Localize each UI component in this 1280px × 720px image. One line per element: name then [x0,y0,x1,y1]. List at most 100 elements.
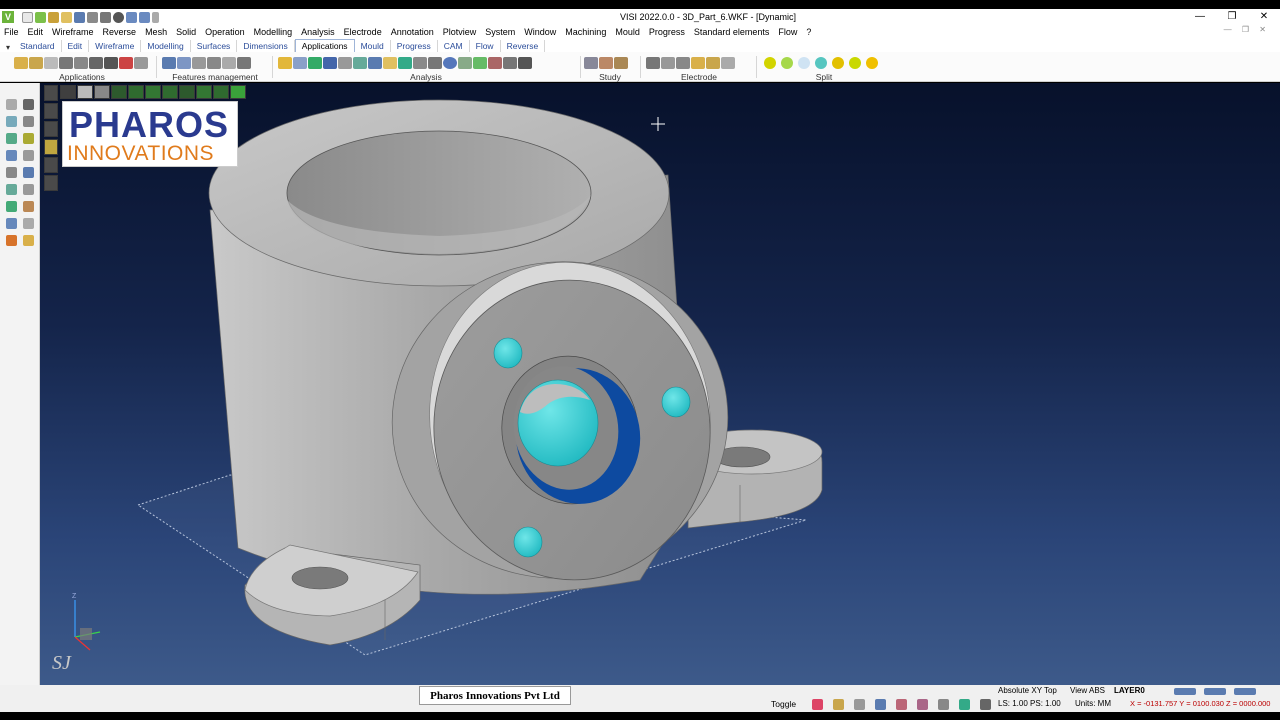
study-tool-icon[interactable] [614,56,628,69]
shade-view-icon[interactable] [213,85,229,99]
analysis-tool-icon[interactable] [398,56,412,69]
analysis-tool-icon[interactable] [518,56,532,69]
view-tool-icon[interactable] [6,201,17,212]
menu-analysis[interactable]: Analysis [301,27,335,37]
tab-applications[interactable]: Applications [294,39,355,52]
analysis-tool-icon[interactable] [278,56,292,69]
3d-model[interactable]: Z [40,83,1280,685]
app-tool-icon[interactable] [104,56,118,69]
status-tool-icon[interactable] [833,699,844,710]
analysis-tool-icon[interactable] [443,56,457,69]
analysis-tool-icon[interactable] [338,56,352,69]
view-mode-icon[interactable] [44,121,58,137]
view-tool-icon[interactable] [23,133,34,144]
maximize-button[interactable]: ❐ [1216,9,1248,25]
feature-tool-icon[interactable] [192,56,206,69]
tab-dimensions[interactable]: Dimensions [237,40,295,52]
view-abs-status[interactable]: View ABS [1070,686,1105,695]
view-tool-icon[interactable] [23,235,34,246]
layer-status[interactable]: LAYER0 [1114,686,1145,695]
status-tool-icon[interactable] [938,699,949,710]
split-tool-icon[interactable] [798,56,810,69]
tab-flow[interactable]: Flow [470,40,501,52]
tab-menu-dropdown-icon[interactable]: ▾ [6,43,10,52]
app-tool-icon[interactable] [29,56,43,69]
tab-standard[interactable]: Standard [14,40,62,52]
analysis-tool-icon[interactable] [368,56,382,69]
app-tool-icon[interactable] [59,56,73,69]
analysis-tool-icon[interactable] [413,56,427,69]
view-mode-status[interactable]: Absolute XY Top [998,686,1057,695]
shade-view-icon[interactable] [196,85,212,99]
view-tool-icon[interactable] [23,150,34,161]
menu-electrode[interactable]: Electrode [344,27,382,37]
status-bar-icon[interactable] [1174,688,1196,695]
electrode-tool-icon[interactable] [661,56,675,69]
status-tool-icon[interactable] [959,699,970,710]
view-mode-icon[interactable] [44,157,58,173]
tab-progress[interactable]: Progress [391,40,438,52]
app-tool-icon[interactable] [119,56,133,69]
menu-edit[interactable]: Edit [28,27,44,37]
analysis-tool-icon[interactable] [503,56,517,69]
help-icon[interactable] [875,699,886,710]
view-tool-icon[interactable] [6,218,17,229]
feature-tool-icon[interactable] [177,56,191,69]
analysis-tool-icon[interactable] [383,56,397,69]
shade-view-icon[interactable] [230,85,246,99]
view-tool-icon[interactable] [6,116,17,127]
shade-view-icon[interactable] [111,85,127,99]
shade-view-icon[interactable] [162,85,178,99]
app-tool-icon[interactable] [44,56,58,69]
menu-modelling[interactable]: Modelling [254,27,293,37]
status-tool-icon[interactable] [854,699,865,710]
status-tool-icon[interactable] [812,699,823,710]
menu-wireframe[interactable]: Wireframe [52,27,94,37]
view-tool-icon[interactable] [6,184,17,195]
split-tool-icon[interactable] [832,56,844,69]
tab-mould[interactable]: Mould [355,40,391,52]
app-tool-icon[interactable] [134,56,148,69]
menu-flow[interactable]: Flow [778,27,797,37]
tab-wireframe[interactable]: Wireframe [89,40,142,52]
menu-help[interactable]: ? [806,27,811,37]
analysis-tool-icon[interactable] [428,56,442,69]
close-button[interactable]: ✕ [1248,9,1280,25]
menu-mould[interactable]: Mould [615,27,640,37]
view-tool-icon[interactable] [6,150,17,161]
menu-annotation[interactable]: Annotation [391,27,434,37]
mdi-controls[interactable]: — ❐ ✕ [1224,25,1270,34]
minimize-button[interactable]: — [1184,9,1216,25]
view-tool-icon[interactable] [6,167,17,178]
study-tool-icon[interactable] [584,56,598,69]
menu-file[interactable]: File [4,27,19,37]
select-tool-icon[interactable] [60,85,76,99]
analysis-tool-icon[interactable] [293,56,307,69]
split-tool-icon[interactable] [764,56,776,69]
feature-tool-icon[interactable] [222,56,236,69]
menu-window[interactable]: Window [524,27,556,37]
menu-standard-elements[interactable]: Standard elements [694,27,770,37]
menu-lines-icon[interactable] [44,85,58,101]
view-mode-icon[interactable] [44,175,58,191]
menu-machining[interactable]: Machining [565,27,606,37]
analysis-tool-icon[interactable] [473,56,487,69]
menu-system[interactable]: System [485,27,515,37]
app-tool-icon[interactable] [14,56,28,69]
analysis-tool-icon[interactable] [308,56,322,69]
3d-viewport[interactable]: Z [40,83,1280,685]
menu-plotview[interactable]: Plotview [443,27,477,37]
view-tool-icon[interactable] [23,99,34,110]
electrode-tool-icon[interactable] [706,56,720,69]
split-tool-icon[interactable] [849,56,861,69]
analysis-tool-icon[interactable] [458,56,472,69]
tab-surfaces[interactable]: Surfaces [191,40,238,52]
window-tool-icon[interactable] [77,85,93,99]
shade-view-icon[interactable] [145,85,161,99]
tab-edit[interactable]: Edit [62,40,90,52]
view-tool-icon[interactable] [23,116,34,127]
view-tool-icon[interactable] [23,184,34,195]
view-tool-icon[interactable] [6,235,17,246]
electrode-tool-icon[interactable] [691,56,705,69]
status-tool-icon[interactable] [896,699,907,710]
